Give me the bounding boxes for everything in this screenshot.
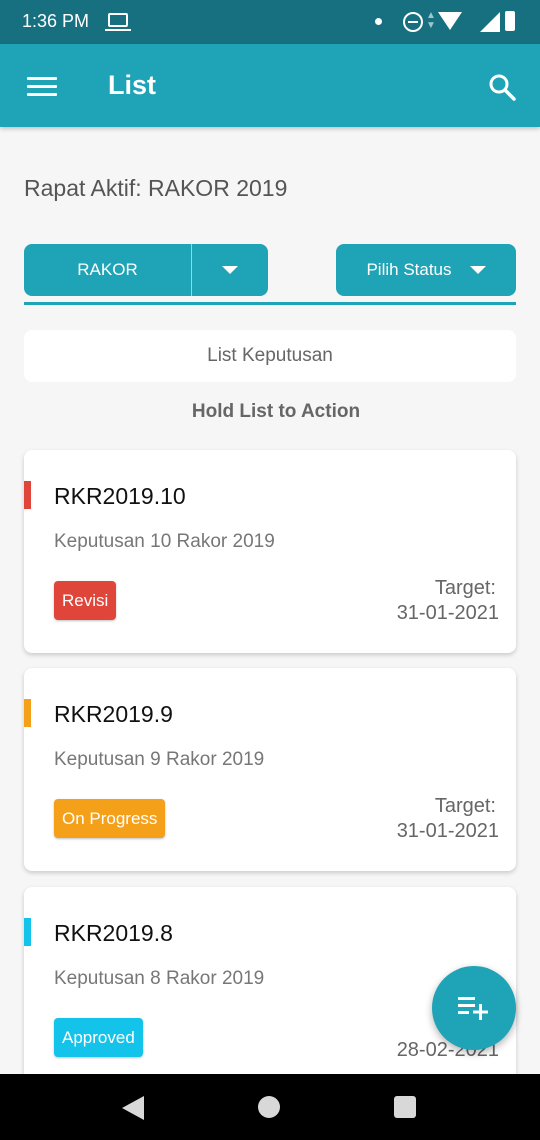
target-label: Target: [434, 577, 496, 599]
target-label: Target: [434, 795, 496, 817]
laptop-icon [105, 13, 131, 31]
status-indicator [24, 918, 31, 946]
status-time: 1:36 PM [22, 11, 90, 31]
status-indicator [24, 699, 31, 727]
decision-card[interactable]: RKR2019.10 Keputusan 10 Rakor 2019 Revis… [24, 450, 516, 653]
add-to-list-fab[interactable] [432, 966, 516, 1050]
status-badge: On Progress [54, 799, 166, 838]
home-icon[interactable] [258, 1096, 280, 1118]
recent-apps-icon[interactable] [394, 1096, 416, 1118]
type-dropdown[interactable]: RAKOR [24, 244, 268, 296]
status-badge: Approved [54, 1018, 143, 1057]
status-dropdown[interactable]: Pilih Status [336, 244, 516, 296]
battery-icon [505, 11, 515, 31]
target-date: 31-01-2021 [396, 820, 499, 842]
card-code: RKR2019.8 [54, 920, 173, 946]
card-code: RKR2019.9 [54, 701, 173, 727]
rapat-aktif-label: Rapat Aktif: RAKOR 2019 [24, 175, 288, 201]
target-date: 31-01-2021 [396, 602, 499, 624]
chevron-down-icon [222, 266, 238, 274]
do-not-disturb-icon [403, 12, 423, 32]
type-dropdown-label: RAKOR [24, 244, 192, 296]
section-title: Hold List to Action [191, 401, 361, 422]
decision-card[interactable]: RKR2019.9 Keputusan 9 Rakor 2019 On Prog… [24, 668, 516, 871]
wifi-icon [438, 12, 462, 30]
app-bar: List [0, 44, 540, 127]
playlist-add-icon [458, 997, 488, 1020]
back-icon[interactable] [122, 1096, 144, 1120]
system-nav-bar [0, 1074, 540, 1140]
data-arrows-icon: ▲ ▼ [426, 10, 436, 31]
card-description: Keputusan 10 Rakor 2019 [54, 531, 275, 552]
type-dropdown-arrow[interactable] [192, 244, 268, 296]
list-keputusan-button[interactable]: List Keputusan [24, 330, 516, 382]
search-icon[interactable] [488, 73, 516, 101]
status-bar: 1:36 PM ▲ ▼ [0, 0, 540, 44]
menu-icon[interactable] [27, 77, 57, 97]
status-indicator [24, 481, 31, 509]
notification-dot-icon [375, 18, 382, 25]
card-code: RKR2019.10 [54, 483, 186, 509]
page-title: List [108, 70, 157, 100]
chevron-down-icon [469, 266, 486, 274]
filter-underline [24, 302, 516, 305]
card-description: Keputusan 8 Rakor 2019 [54, 968, 265, 989]
status-dropdown-label: Pilih Status [366, 260, 452, 279]
signal-icon [480, 12, 500, 32]
status-badge: Revisi [54, 581, 117, 620]
card-description: Keputusan 9 Rakor 2019 [54, 749, 265, 770]
